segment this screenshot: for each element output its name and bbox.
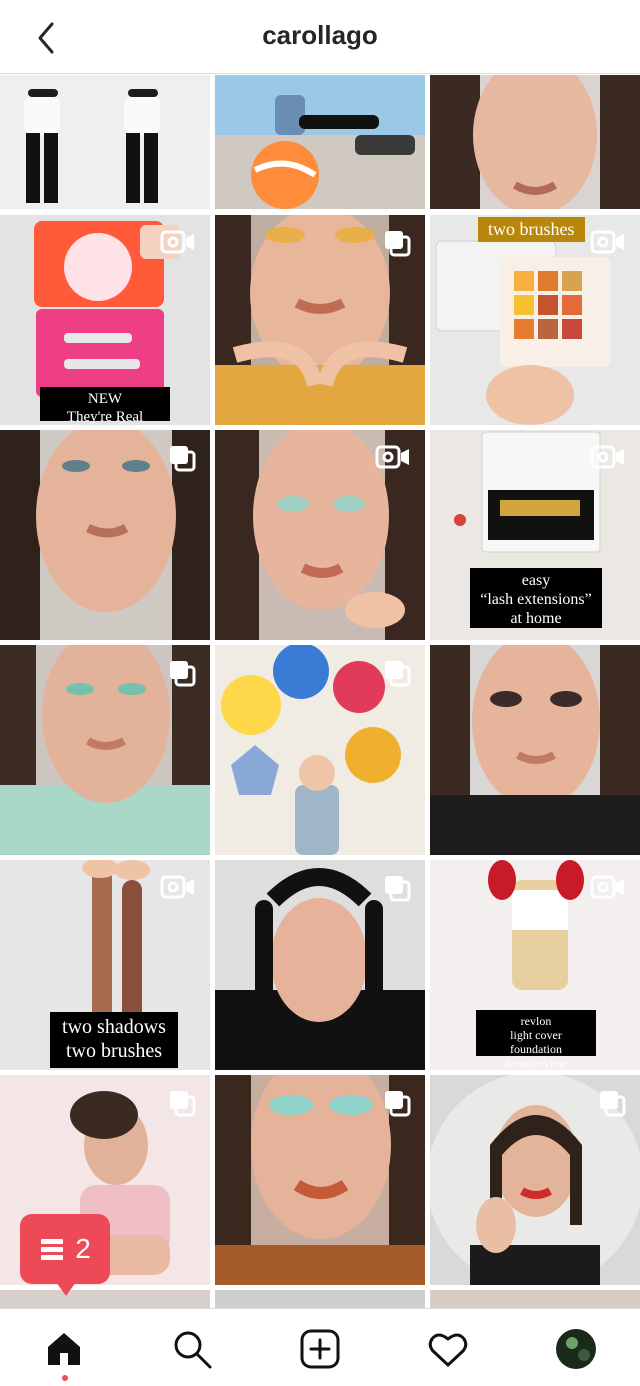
- grid-tile[interactable]: [430, 1290, 640, 1310]
- carousel-icon: [383, 1089, 411, 1122]
- home-tab[interactable]: [40, 1325, 88, 1373]
- profile-avatar: [556, 1329, 596, 1369]
- carousel-icon: [383, 659, 411, 692]
- video-icon: [590, 874, 626, 905]
- profile-tab[interactable]: [552, 1325, 600, 1373]
- search-tab[interactable]: [168, 1325, 216, 1373]
- carousel-icon: [168, 659, 196, 692]
- carousel-icon: [168, 1089, 196, 1122]
- photo-thumbnail: [430, 645, 640, 855]
- video-icon: [590, 444, 626, 475]
- activity-notification-bubble[interactable]: 2: [20, 1214, 110, 1296]
- grid-tile[interactable]: [215, 430, 425, 640]
- grid-tile[interactable]: [215, 860, 425, 1070]
- video-icon: [590, 229, 626, 260]
- grid-tile[interactable]: [430, 1075, 640, 1285]
- post-caption: revlon light cover foundation demo/revie…: [476, 1010, 596, 1070]
- grid-tile[interactable]: [0, 430, 210, 640]
- carousel-icon: [168, 444, 196, 477]
- grid-tile[interactable]: [215, 1075, 425, 1285]
- carousel-icon: [383, 874, 411, 907]
- search-icon: [174, 1331, 212, 1369]
- post-caption: two shadows two brushes: [50, 1012, 178, 1068]
- post-caption: easy “lash extensions” at home: [470, 568, 602, 628]
- grid-tile[interactable]: [430, 645, 640, 855]
- grid-tile[interactable]: NEW They're Real: [0, 215, 210, 425]
- photo-thumbnail: [430, 75, 640, 209]
- grid-tile[interactable]: revlon light cover foundation demo/revie…: [430, 860, 640, 1070]
- grid-tile[interactable]: easy “lash extensions” at home: [430, 430, 640, 640]
- video-icon: [160, 229, 196, 260]
- post-caption: NEW They're Real: [40, 387, 170, 425]
- heart-icon: [428, 1333, 468, 1367]
- active-tab-indicator: [62, 1375, 68, 1381]
- grid-tile[interactable]: two brushes: [430, 215, 640, 425]
- photo-thumbnail: [0, 75, 210, 209]
- grid-tile[interactable]: [215, 1290, 425, 1310]
- activity-tab[interactable]: [424, 1325, 472, 1373]
- carousel-icon: [598, 1089, 626, 1122]
- new-post-tab[interactable]: [296, 1325, 344, 1373]
- comment-stack-icon: [41, 1239, 64, 1260]
- plus-square-icon: [300, 1329, 340, 1369]
- profile-username-title: carollago: [262, 20, 378, 50]
- grid-tile[interactable]: [0, 75, 210, 209]
- notification-count: 2: [75, 1233, 91, 1264]
- bottom-navigation: [0, 1308, 640, 1386]
- video-icon: [375, 444, 411, 475]
- grid-tile[interactable]: [215, 75, 425, 209]
- grid-tile[interactable]: [0, 645, 210, 855]
- photo-thumbnail: [215, 75, 425, 209]
- grid-tile[interactable]: [215, 645, 425, 855]
- carousel-icon: [383, 229, 411, 262]
- top-header: carollago: [0, 0, 640, 74]
- grid-tile[interactable]: [0, 1290, 210, 1310]
- video-icon: [160, 874, 196, 905]
- post-tag-label: two brushes: [478, 217, 585, 242]
- grid-tile[interactable]: [215, 215, 425, 425]
- home-icon: [48, 1333, 80, 1365]
- grid-tile[interactable]: two shadows two brushes: [0, 860, 210, 1070]
- grid-tile[interactable]: [430, 75, 640, 209]
